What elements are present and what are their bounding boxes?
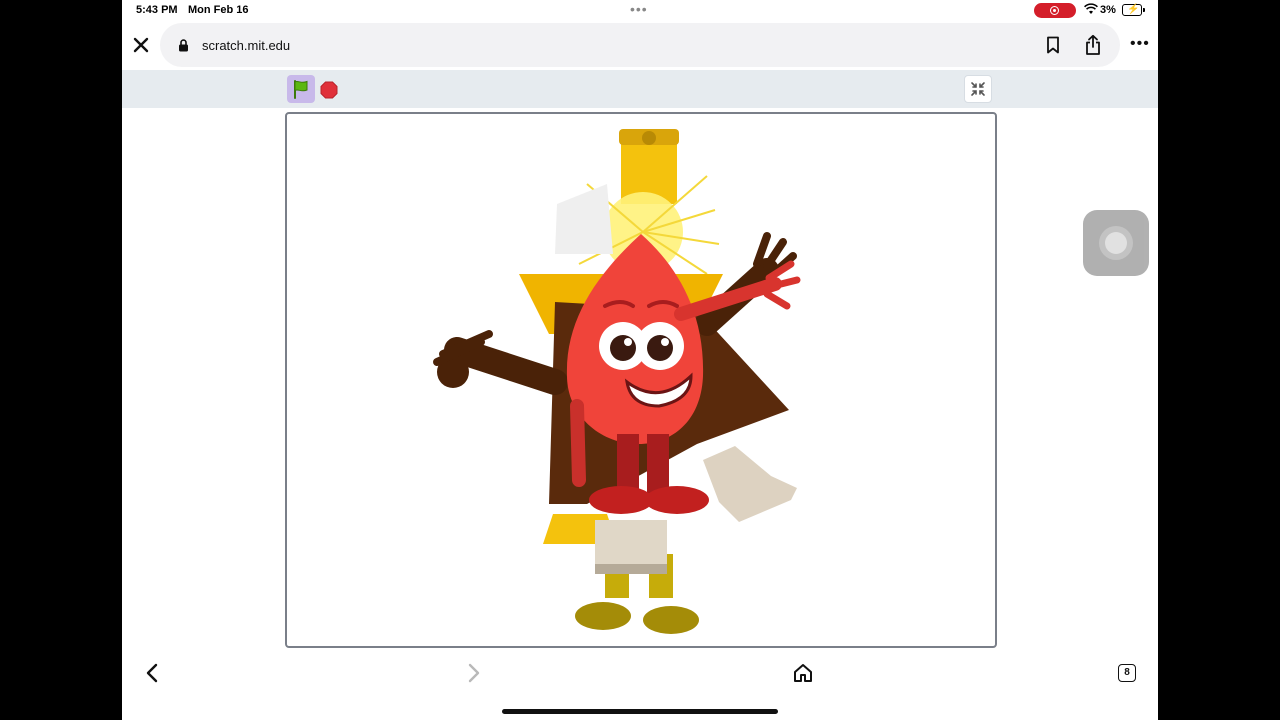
green-flag-button[interactable] (287, 75, 315, 103)
chevron-right-icon[interactable] (466, 662, 482, 684)
green-flag-icon (294, 80, 308, 99)
bookmark-icon[interactable] (1046, 36, 1060, 54)
exit-fullscreen-button[interactable] (964, 75, 992, 103)
home-indicator[interactable] (502, 709, 778, 714)
ipad-screen: 5:43 PM Mon Feb 16 ••• 3% ⚡ scratch.mit.… (122, 0, 1158, 720)
stage-sprites (433, 129, 801, 634)
chevron-left-icon[interactable] (144, 662, 160, 684)
multitasking-dots[interactable]: ••• (630, 1, 648, 17)
stop-icon[interactable] (320, 81, 338, 99)
browser-toolbar: scratch.mit.edu ••• (122, 22, 1158, 68)
close-icon[interactable] (130, 34, 152, 56)
scratch-player-controls (122, 70, 1158, 108)
url-text: scratch.mit.edu (202, 38, 291, 53)
address-bar[interactable]: scratch.mit.edu (160, 23, 1120, 67)
wifi-icon (1084, 3, 1098, 14)
exit-fullscreen-icon (971, 82, 985, 96)
status-time: 5:43 PM (136, 4, 178, 16)
status-bar: 5:43 PM Mon Feb 16 ••• 3% ⚡ (122, 0, 1158, 20)
battery-percent: 3% (1100, 4, 1116, 16)
battery-icon: ⚡ (1122, 4, 1145, 16)
screen-recording-indicator (1034, 3, 1076, 18)
more-icon[interactable]: ••• (1130, 36, 1150, 52)
home-icon[interactable] (792, 663, 814, 683)
tabs-button[interactable]: 8 (1118, 664, 1136, 682)
lock-icon (179, 39, 188, 52)
assistive-touch-button[interactable] (1083, 210, 1149, 276)
scratch-stage[interactable] (285, 112, 997, 648)
share-icon[interactable] (1084, 34, 1102, 56)
status-date: Mon Feb 16 (188, 4, 249, 16)
